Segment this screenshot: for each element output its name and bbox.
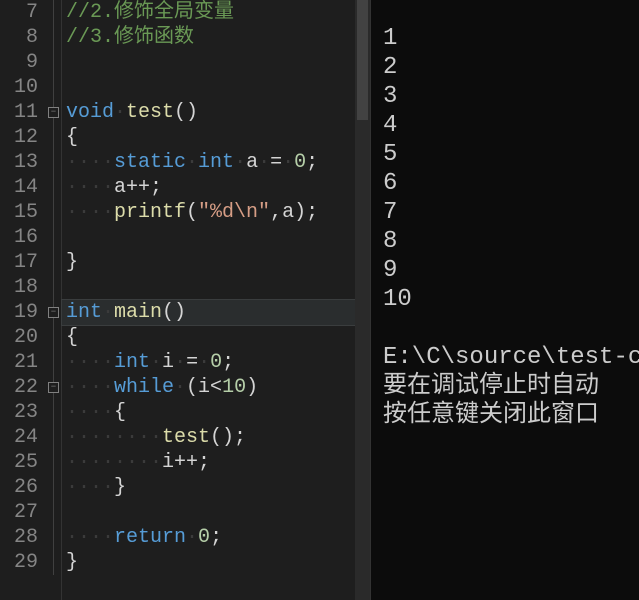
terminal-output-line: 3 [383,82,627,111]
line-number: 17 [0,250,38,275]
code-line[interactable] [62,275,370,300]
code-line[interactable]: ····printf("%d\n",a); [62,200,370,225]
line-number: 11 [0,100,38,125]
line-number: 19 [0,300,38,325]
terminal-status-line: 按任意键关闭此窗口 [383,401,627,430]
terminal-output-line: 8 [383,227,627,256]
fold-toggle[interactable]: − [48,307,59,318]
code-line[interactable]: ········i++; [62,450,370,475]
line-number: 25 [0,450,38,475]
terminal-output-line: 4 [383,111,627,140]
line-number: 21 [0,350,38,375]
code-line[interactable]: ····int·i·=·0; [62,350,370,375]
fold-column: − − − [46,0,62,600]
terminal-output-line: 1 [383,24,627,53]
code-line[interactable]: ····a++; [62,175,370,200]
editor-scrollbar[interactable] [355,0,370,600]
terminal-output-line: 5 [383,140,627,169]
terminal-output-line: 9 [383,256,627,285]
line-number: 26 [0,475,38,500]
code-area[interactable]: //2.修饰全局变量//3.修饰函数void·test(){····static… [62,0,370,600]
code-line[interactable]: } [62,550,370,575]
line-number: 27 [0,500,38,525]
code-line[interactable]: ········test(); [62,425,370,450]
line-number: 10 [0,75,38,100]
line-number: 9 [0,50,38,75]
code-line[interactable]: //2.修饰全局变量 [62,0,370,25]
line-number: 20 [0,325,38,350]
code-line[interactable] [62,500,370,525]
line-number: 18 [0,275,38,300]
terminal-status-line: E:\C\source\test-c [383,343,627,372]
code-line[interactable]: { [62,125,370,150]
line-number: 24 [0,425,38,450]
line-number-gutter: 7891011121314151617181920212223242526272… [0,0,46,600]
code-line[interactable]: ····{ [62,400,370,425]
terminal-output-line: 6 [383,169,627,198]
code-line[interactable]: } [62,250,370,275]
code-line[interactable]: { [62,325,370,350]
line-number: 29 [0,550,38,575]
line-number: 15 [0,200,38,225]
line-number: 7 [0,0,38,25]
line-number: 22 [0,375,38,400]
line-number: 14 [0,175,38,200]
line-number: 28 [0,525,38,550]
code-line[interactable]: ····} [62,475,370,500]
line-number: 16 [0,225,38,250]
terminal-output-line: 10 [383,285,627,314]
terminal-output-line: 2 [383,53,627,82]
code-line[interactable]: ····return·0; [62,525,370,550]
code-line[interactable]: ····while·(i<10) [62,375,370,400]
code-line[interactable]: ····static·int·a·=·0; [62,150,370,175]
terminal-output-pane[interactable]: 12345678910 E:\C\source\test-c要在调试停止时自动按任… [370,0,639,600]
line-number: 8 [0,25,38,50]
line-number: 13 [0,150,38,175]
terminal-status-line [383,314,627,343]
terminal-status-line: 要在调试停止时自动 [383,372,627,401]
fold-toggle[interactable]: − [48,107,59,118]
code-line[interactable]: //3.修饰函数 [62,25,370,50]
code-line[interactable] [62,50,370,75]
scrollbar-thumb[interactable] [357,0,368,120]
code-line[interactable]: int·main() [62,300,370,325]
code-editor-pane: 7891011121314151617181920212223242526272… [0,0,370,600]
terminal-output-line: 7 [383,198,627,227]
code-line[interactable] [62,225,370,250]
line-number: 23 [0,400,38,425]
line-number: 12 [0,125,38,150]
fold-toggle[interactable]: − [48,382,59,393]
code-line[interactable]: void·test() [62,100,370,125]
code-line[interactable] [62,75,370,100]
